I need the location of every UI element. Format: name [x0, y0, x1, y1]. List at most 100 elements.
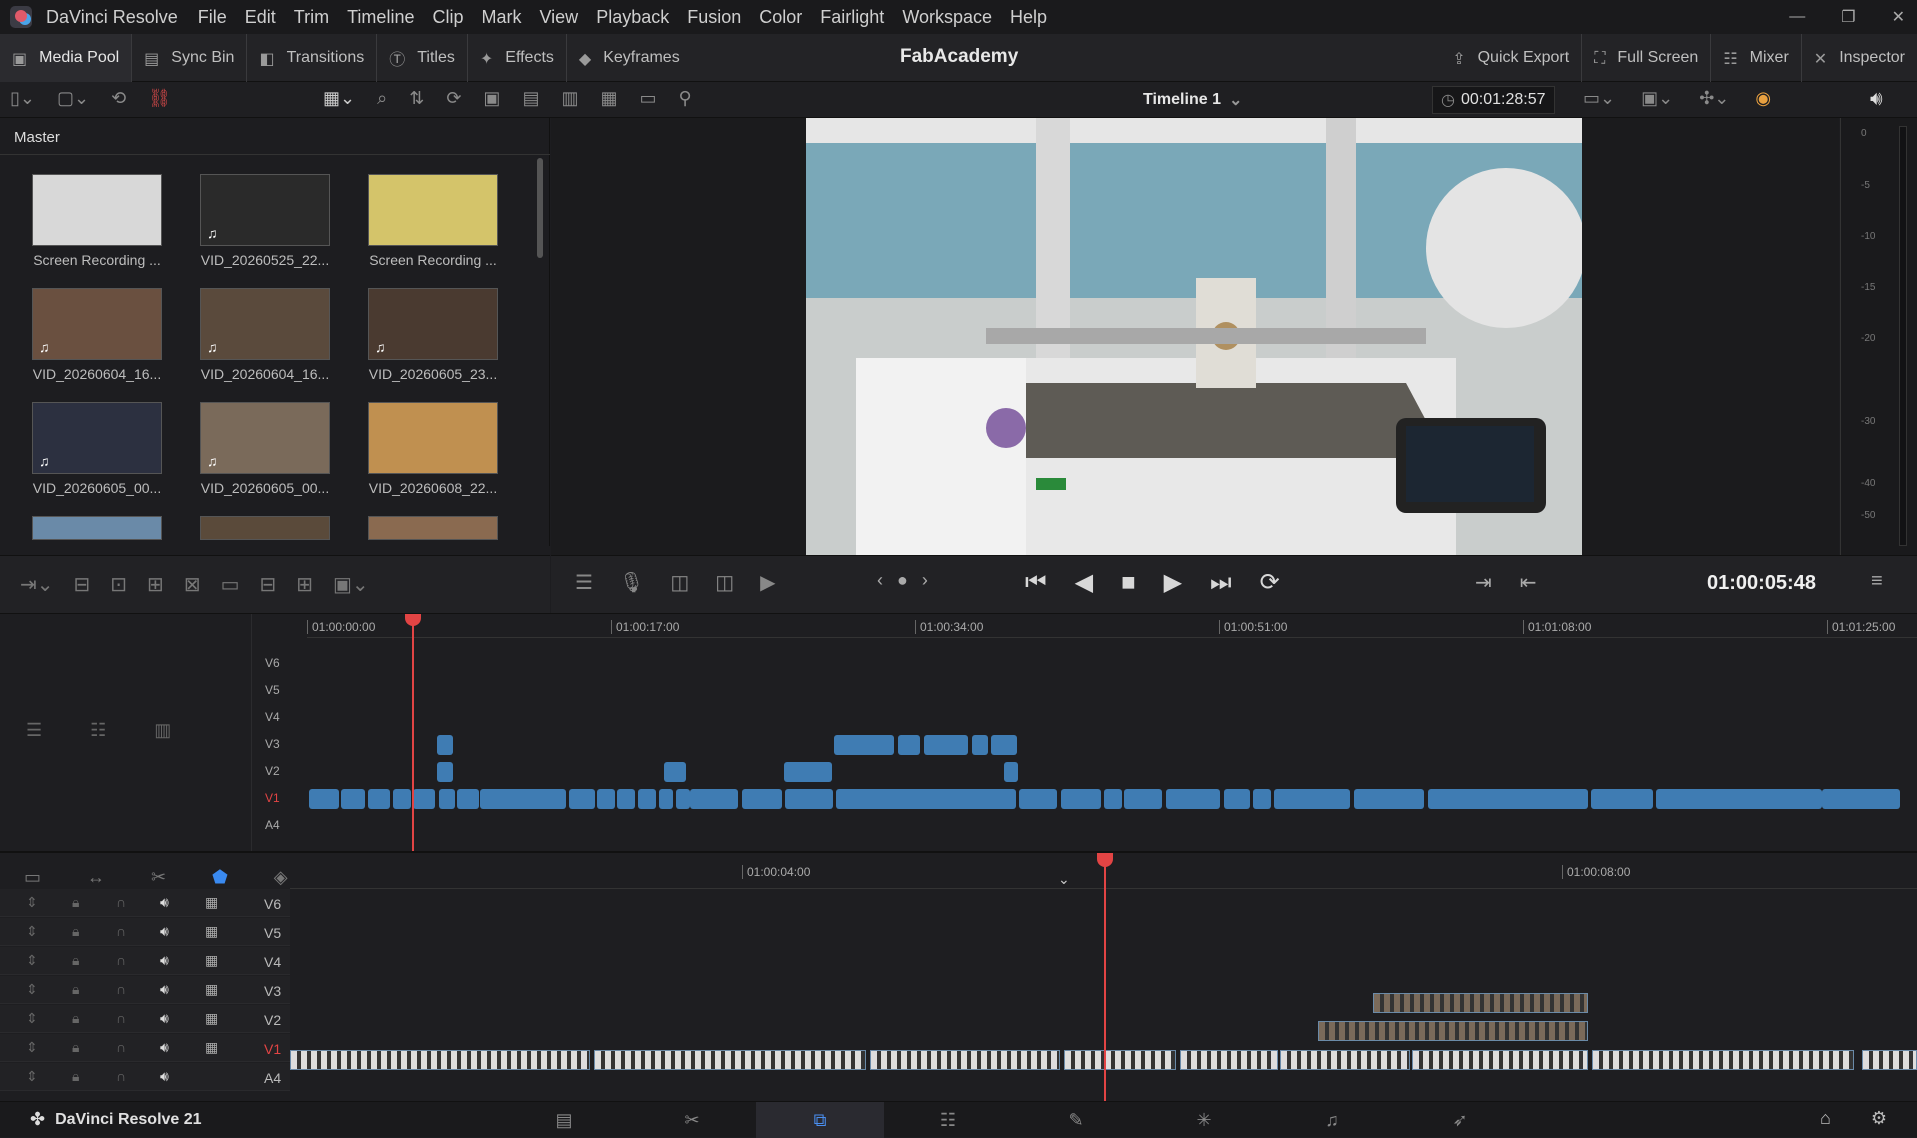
- panel-toggle-icon[interactable]: ▯⌄: [10, 88, 35, 109]
- menu-timeline[interactable]: Timeline: [347, 7, 414, 28]
- smart-insert-icon[interactable]: ⇥⌄: [20, 572, 54, 597]
- search-icon[interactable]: ⌕: [377, 88, 387, 109]
- timeline-clip-v3[interactable]: [898, 735, 920, 755]
- clip-thumbnail[interactable]: [200, 516, 330, 540]
- timeline-clip-v2[interactable]: [664, 762, 686, 782]
- inspector-button[interactable]: ✕ Inspector: [1802, 34, 1917, 82]
- sync-bin-button[interactable]: ▤ Sync Bin: [132, 34, 248, 82]
- timeline-clip-v1[interactable]: [480, 789, 566, 809]
- film-icon[interactable]: ▦: [205, 1039, 218, 1056]
- film-icon[interactable]: ▦: [205, 981, 218, 998]
- timeline-clip-v1[interactable]: [1354, 789, 1424, 809]
- append-icon[interactable]: ⊟: [74, 572, 91, 597]
- menu-fusion[interactable]: Fusion: [687, 7, 741, 28]
- full-extent-zoom-icon[interactable]: ▭: [24, 867, 41, 888]
- headphones-icon[interactable]: ∩: [116, 894, 126, 910]
- marker-icon[interactable]: ◈: [274, 867, 288, 888]
- detail-zoom-icon[interactable]: ↔: [87, 867, 105, 888]
- film-icon[interactable]: ▦: [205, 1010, 218, 1027]
- menu-workspace[interactable]: Workspace: [902, 7, 992, 28]
- loop-play-icon[interactable]: ▶: [760, 570, 775, 595]
- timeline-clip-v1[interactable]: [1104, 789, 1122, 809]
- menu-trim[interactable]: Trim: [294, 7, 329, 28]
- prev-edit-icon[interactable]: ‹: [877, 570, 883, 591]
- effects-button[interactable]: ✦ Effects: [468, 34, 567, 82]
- layout-icon[interactable]: ▭: [639, 88, 656, 109]
- transitions-button[interactable]: ◧ Transitions: [247, 34, 378, 82]
- resolution-icon[interactable]: ▣⌄: [1641, 88, 1673, 109]
- sort-icon[interactable]: ⇅: [409, 88, 424, 109]
- sync-icon[interactable]: ⟲: [111, 88, 126, 109]
- timeline-clip-v1[interactable]: [1061, 789, 1101, 809]
- razor-icon[interactable]: ✂: [151, 867, 166, 888]
- media-pool-button[interactable]: ▣ Media Pool: [0, 34, 133, 82]
- timeline-clip-v1[interactable]: [690, 789, 738, 809]
- timeline-clip-v3[interactable]: [924, 735, 968, 755]
- viewer-mode-dual-icon[interactable]: ▤: [522, 88, 539, 109]
- timeline-clip-v1[interactable]: [1412, 1050, 1588, 1070]
- timeline-clip-v2[interactable]: [1318, 1021, 1588, 1041]
- menu-file[interactable]: File: [198, 7, 227, 28]
- film-icon[interactable]: ▦: [205, 952, 218, 969]
- speaker-icon[interactable]: 🔊︎: [160, 1010, 169, 1027]
- flag-icon[interactable]: ⬟: [212, 867, 228, 888]
- speaker-icon[interactable]: 🔊︎: [160, 952, 169, 969]
- timeline-clip-v3[interactable]: [991, 735, 1017, 755]
- poi-icon[interactable]: ◫: [670, 570, 689, 595]
- refresh-icon[interactable]: ⟳: [446, 88, 461, 109]
- timeline-clip-v3[interactable]: [437, 735, 453, 755]
- clip-thumbnail[interactable]: [368, 402, 498, 474]
- timeline-clip-v1[interactable]: [341, 789, 365, 809]
- track-move-icon[interactable]: ⇕: [26, 952, 38, 969]
- playhead-upper[interactable]: [412, 614, 414, 852]
- mark-out-icon[interactable]: ⇤: [1520, 570, 1537, 595]
- close-icon[interactable]: ✕: [1892, 7, 1905, 27]
- options-menu-icon[interactable]: ≡: [1871, 570, 1883, 593]
- media-pool-scrollbar[interactable]: [537, 158, 543, 258]
- poi-alt-icon[interactable]: ◫: [715, 570, 734, 595]
- timeline-clip-v1[interactable]: [368, 789, 390, 809]
- microphone-icon[interactable]: 🎙︎: [619, 570, 644, 595]
- track-move-icon[interactable]: ⇕: [26, 981, 38, 998]
- clip-thumbnail[interactable]: ♫: [200, 174, 330, 246]
- compare-icon[interactable]: ▦: [600, 88, 617, 109]
- lock-icon[interactable]: 🔒︎: [72, 1068, 79, 1085]
- track-height-icon[interactable]: ☷: [90, 720, 106, 741]
- fit-to-fill-icon[interactable]: ▣⌄: [333, 572, 369, 597]
- clip-thumbnail[interactable]: [32, 174, 162, 246]
- timeline-clip-v1[interactable]: [309, 789, 339, 809]
- grid-view-icon[interactable]: ▦⌄: [323, 88, 355, 109]
- speaker-icon[interactable]: 🔊︎: [160, 981, 169, 998]
- timeline-clip-v1[interactable]: [1166, 789, 1220, 809]
- track-options-icon[interactable]: ☰: [26, 720, 42, 741]
- timeline-clip-v1[interactable]: [569, 789, 595, 809]
- timeline-clip-v3[interactable]: [834, 735, 894, 755]
- speaker-icon[interactable]: 🔊︎: [1870, 88, 1883, 111]
- clip-thumbnail[interactable]: [368, 516, 498, 540]
- timeline-clip-v1[interactable]: [1280, 1050, 1410, 1070]
- menu-help[interactable]: Help: [1010, 7, 1047, 28]
- stop-icon[interactable]: ■: [1121, 569, 1136, 597]
- page-fairlight-icon[interactable]: ✳: [1140, 1110, 1268, 1131]
- settings-sliders-icon[interactable]: ☰: [575, 570, 593, 595]
- page-edit-icon[interactable]: ⧉: [756, 1102, 884, 1138]
- restore-icon[interactable]: ❐: [1841, 7, 1855, 27]
- track-move-icon[interactable]: ⇕: [26, 1068, 38, 1085]
- lock-icon[interactable]: 🔒︎: [72, 1010, 79, 1027]
- marker-dot-icon[interactable]: ●: [897, 570, 908, 591]
- headphones-icon[interactable]: ∩: [116, 981, 126, 997]
- minimize-icon[interactable]: —: [1789, 8, 1805, 26]
- track-move-icon[interactable]: ⇕: [26, 923, 38, 940]
- timeline-clip-v1[interactable]: [1274, 789, 1350, 809]
- timeline-clip-v1[interactable]: [439, 789, 455, 809]
- timeline-selector[interactable]: Timeline 1 ⌄: [1143, 90, 1242, 110]
- headphones-icon[interactable]: ∩: [116, 1039, 126, 1055]
- timeline-clip-v1[interactable]: [393, 789, 411, 809]
- timeline-clip-v1[interactable]: [1224, 789, 1250, 809]
- audio-waveform-icon[interactable]: ▥: [154, 720, 171, 741]
- timeline-clip-v2[interactable]: [784, 762, 832, 782]
- chevron-down-icon[interactable]: ⌄: [1058, 871, 1070, 888]
- full-screen-button[interactable]: ⛶ Full Screen: [1582, 34, 1712, 82]
- page-deliver-icon[interactable]: ♫: [1268, 1110, 1396, 1131]
- settings-gear-icon[interactable]: ⚙: [1871, 1108, 1887, 1129]
